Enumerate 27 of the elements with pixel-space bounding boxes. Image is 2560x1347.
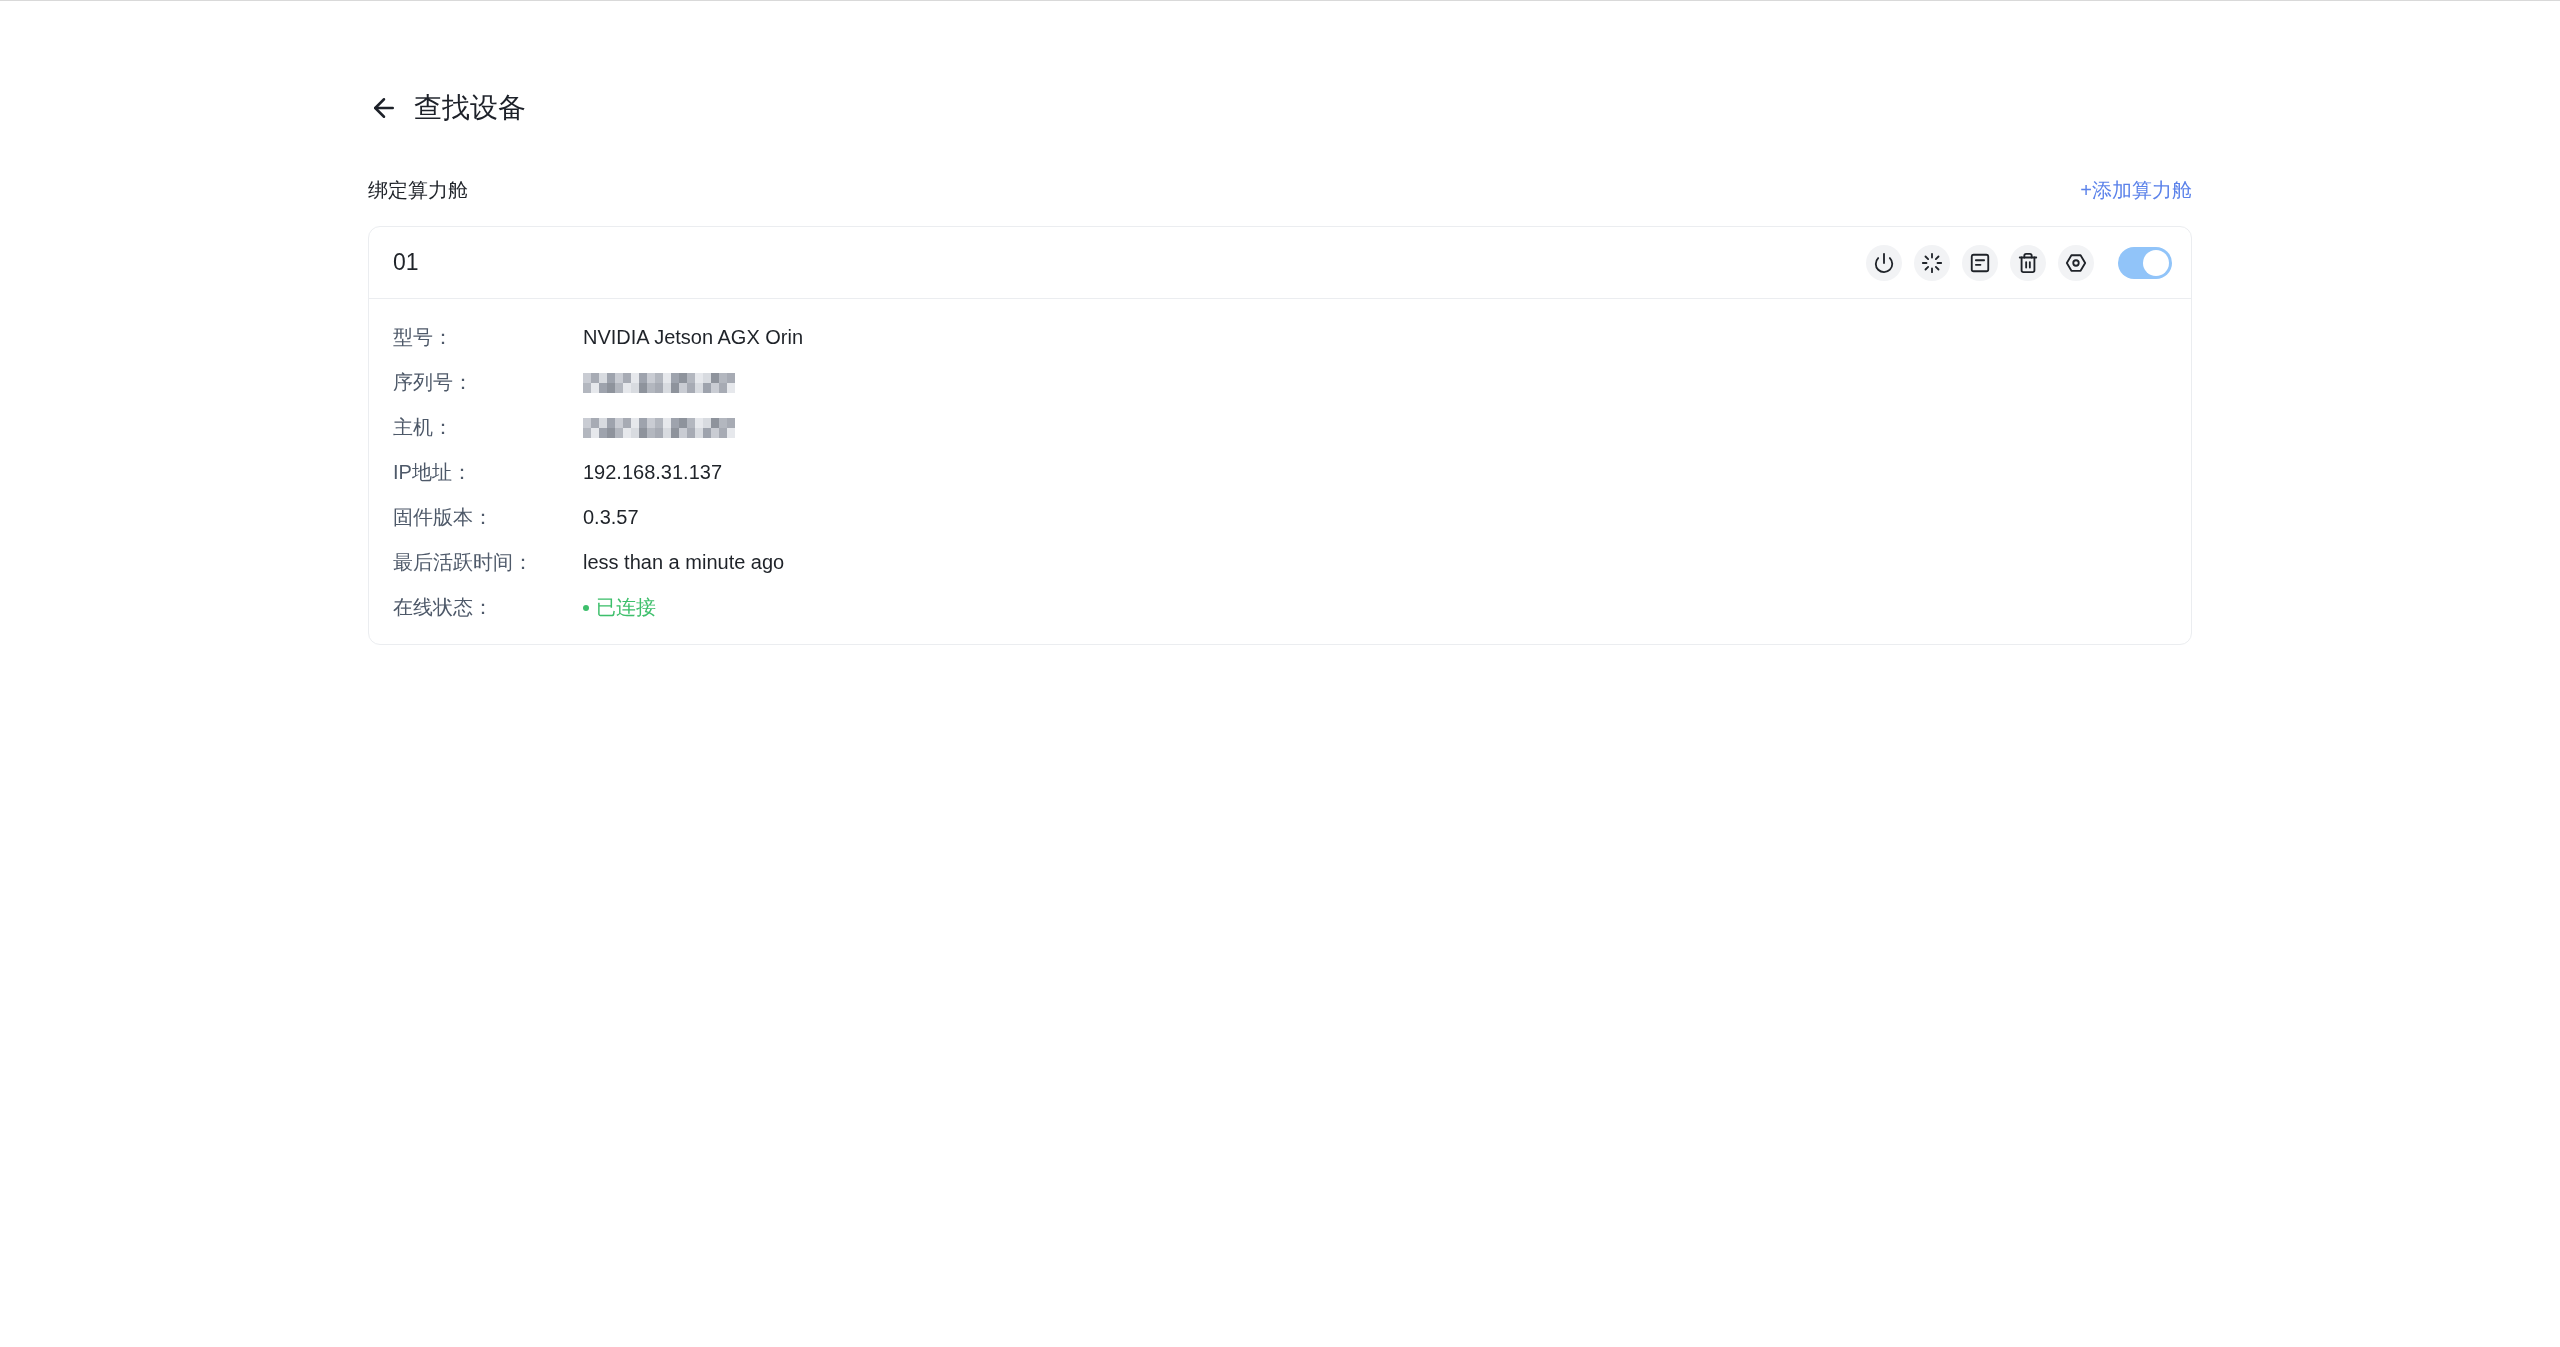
field-label: 序列号： — [393, 370, 474, 395]
loader-button[interactable] — [1914, 244, 1950, 281]
section-title: 绑定算力舱 — [368, 177, 468, 203]
page-title: 查找设备 — [414, 91, 526, 125]
nut-icon — [2065, 251, 2087, 274]
toggle-switch[interactable] — [2118, 246, 2172, 279]
device-name: 01 — [393, 249, 419, 276]
nut-button[interactable] — [2058, 244, 2094, 281]
field-label: 型号： — [393, 325, 454, 350]
power-button[interactable] — [1866, 244, 1902, 281]
note-button[interactable] — [1962, 244, 1998, 281]
field-value: less than a minute ago — [583, 551, 785, 574]
field-value: 192.168.31.137 — [583, 461, 723, 484]
field-label: 在线状态： — [393, 595, 494, 620]
add-link[interactable]: +添加算力舱 — [2080, 176, 2192, 204]
loader-icon — [1921, 251, 1943, 274]
trash-icon — [2017, 251, 2039, 274]
delete-button[interactable] — [2010, 244, 2046, 281]
field-label: IP地址： — [393, 460, 473, 485]
power-icon — [1873, 251, 1895, 274]
field-value: NVIDIA Jetson AGX Orin — [583, 326, 804, 349]
field-label: 最后活跃时间： — [393, 550, 534, 575]
note-icon — [1969, 251, 1991, 274]
status-text: 已连接 — [596, 595, 656, 620]
field-value: 0.3.57 — [583, 506, 639, 529]
field-label: 固件版本： — [393, 505, 494, 530]
field-label: 主机： — [393, 415, 454, 440]
